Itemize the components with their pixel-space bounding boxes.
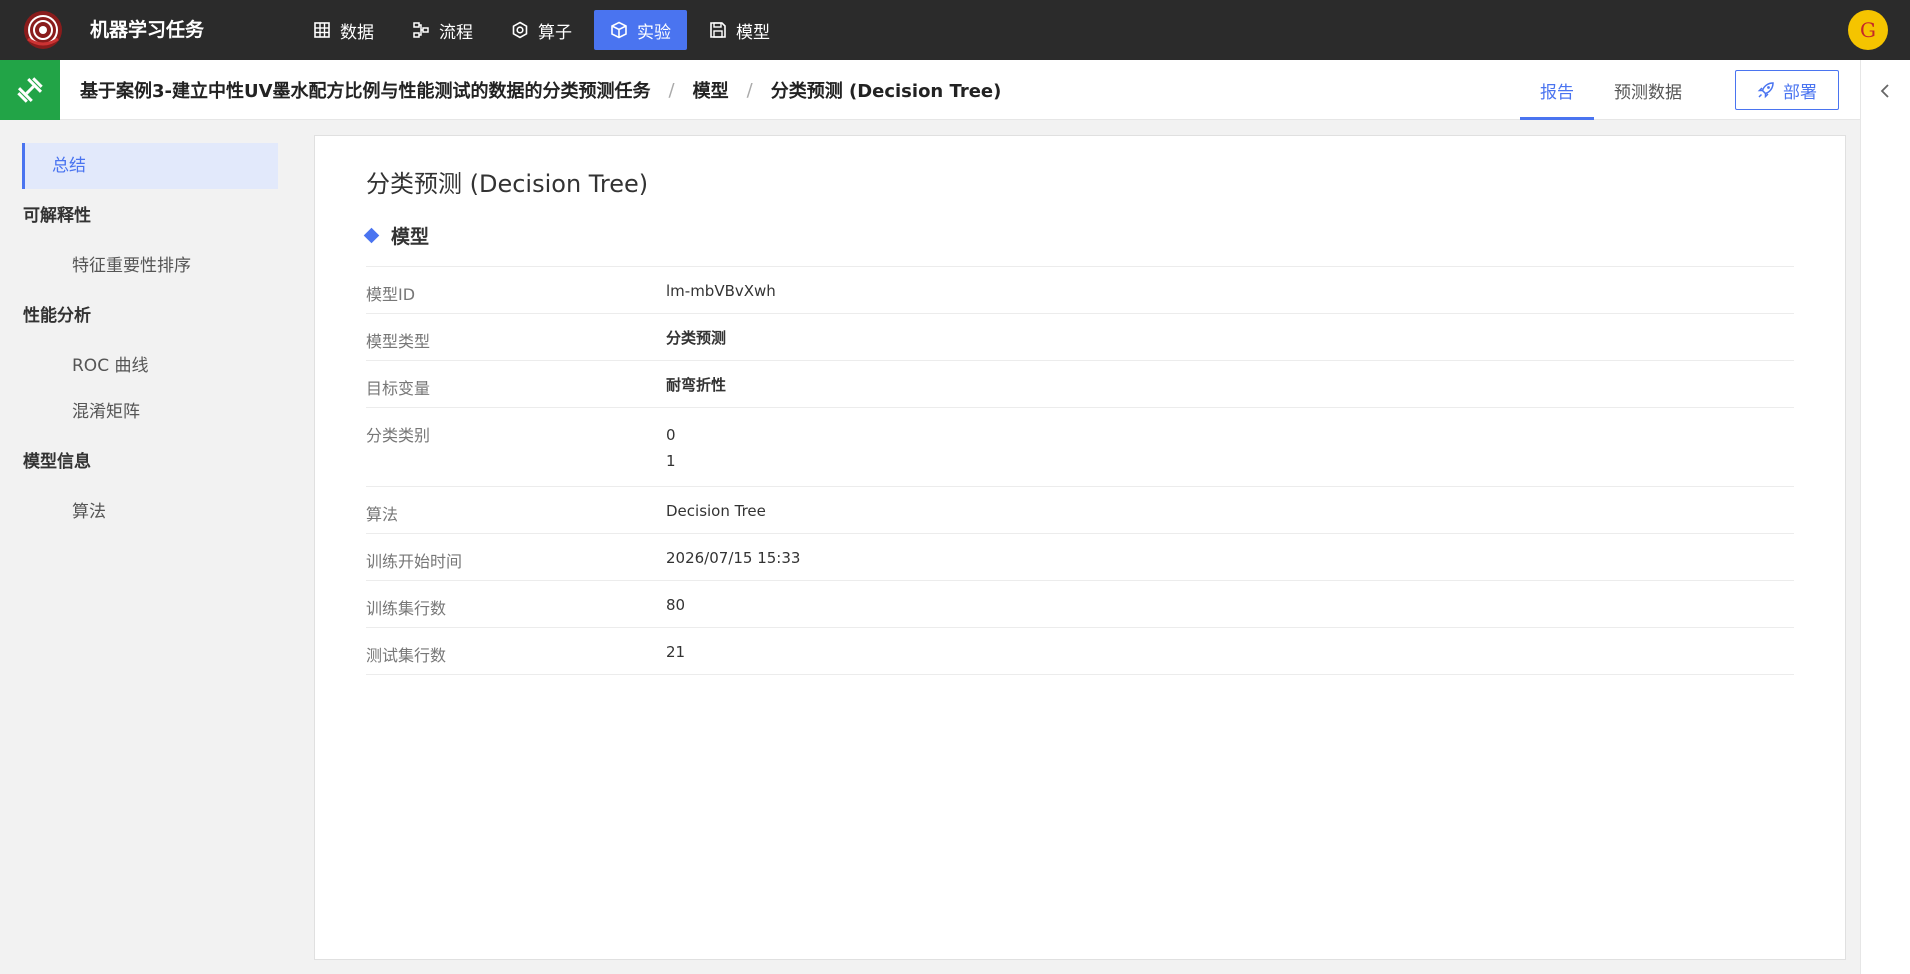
sidebar-group-performance: 性能分析 — [23, 306, 91, 326]
sidebar-item-confusion-matrix[interactable]: 混淆矩阵 — [22, 389, 278, 435]
sidebar-group-interpretability: 可解释性 — [23, 206, 91, 226]
row-label: 模型ID — [366, 285, 416, 304]
table-row: 训练集行数 80 — [366, 581, 1794, 628]
row-value-test-rows: 21 — [666, 643, 686, 661]
nav-item-operator-label: 算子 — [538, 22, 572, 43]
row-value-model-id: lm-mbVBvXwh — [666, 282, 776, 300]
hexagon-gear-icon — [512, 21, 528, 39]
nav-item-model-label: 模型 — [736, 22, 770, 43]
right-rail — [1860, 60, 1910, 974]
save-icon — [710, 22, 726, 38]
model-info-table: 模型ID lm-mbVBvXwh 模型类型 分类预测 目标变量 耐弯折性 分类类… — [366, 266, 1794, 675]
breadcrumb-separator: / — [668, 79, 675, 101]
table-row: 训练开始时间 2026/07/15 15:33 — [366, 534, 1794, 581]
row-label: 训练集行数 — [366, 599, 447, 618]
app-logo-icon[interactable] — [22, 9, 64, 51]
nav-item-flow[interactable]: 流程 — [396, 10, 489, 50]
breadcrumb-task[interactable]: 基于案例3-建立中性UV墨水配方比例与性能测试的数据的分类预测任务 — [80, 77, 651, 103]
nav-item-data-label: 数据 — [340, 22, 374, 43]
row-label: 模型类型 — [366, 332, 431, 351]
table-row: 分类类别 0 1 — [366, 408, 1794, 487]
user-avatar[interactable]: G — [1848, 10, 1888, 50]
view-tabs: 报告 预测数据 — [1520, 60, 1702, 120]
deploy-button-label: 部署 — [1783, 82, 1817, 103]
class-value: 1 — [666, 452, 676, 470]
deploy-button[interactable]: 部署 — [1735, 70, 1839, 110]
breadcrumb: 基于案例3-建立中性UV墨水配方比例与性能测试的数据的分类预测任务 / 模型 /… — [80, 60, 1001, 120]
nav-item-flow-label: 流程 — [439, 22, 473, 43]
experiment-type-badge — [0, 60, 60, 120]
row-label: 算法 — [366, 505, 399, 524]
breadcrumb-separator: / — [746, 79, 753, 101]
row-value-train-start: 2026/07/15 15:33 — [666, 549, 801, 567]
nav-item-experiment-label: 实验 — [637, 22, 671, 43]
row-label: 分类类别 — [366, 426, 431, 445]
nav-item-experiment[interactable]: 实验 — [594, 10, 687, 50]
page-header: 基于案例3-建立中性UV墨水配方比例与性能测试的数据的分类预测任务 / 模型 /… — [0, 60, 1860, 120]
tab-prediction-data[interactable]: 预测数据 — [1594, 60, 1702, 120]
row-label: 训练开始时间 — [366, 552, 463, 571]
row-value-algorithm: Decision Tree — [666, 502, 766, 520]
nav-item-operator[interactable]: 算子 — [495, 10, 588, 50]
report-card: 分类预测 (Decision Tree) 模型 模型ID lm-mbVBvXwh… — [314, 135, 1846, 960]
breadcrumb-model[interactable]: 模型 — [693, 77, 729, 103]
tab-report[interactable]: 报告 — [1520, 60, 1594, 120]
top-navbar: 机器学习任务 数据 流程 算子 实验 模型 G — [0, 0, 1910, 60]
sidebar-item-roc-curve[interactable]: ROC 曲线 — [22, 343, 278, 389]
row-value-train-rows: 80 — [666, 596, 686, 614]
row-value-target: 耐弯折性 — [666, 376, 727, 394]
row-label: 测试集行数 — [366, 646, 447, 665]
table-row: 模型ID lm-mbVBvXwh — [366, 267, 1794, 314]
report-sidebar: 总结 可解释性 特征重要性排序 性能分析 ROC 曲线 混淆矩阵 模型信息 算法 — [0, 120, 290, 974]
app-title: 机器学习任务 — [90, 19, 205, 41]
section-title: 模型 — [363, 222, 430, 249]
chevron-left-icon[interactable] — [1877, 82, 1895, 100]
table-row: 模型类型 分类预测 — [366, 314, 1794, 361]
sidebar-item-feature-importance[interactable]: 特征重要性排序 — [22, 243, 278, 289]
section-title-label: 模型 — [391, 226, 430, 248]
sidebar-group-model-info: 模型信息 — [23, 452, 91, 472]
dumbbell-icon — [17, 77, 43, 103]
sidebar-item-summary[interactable]: 总结 — [22, 143, 278, 189]
table-row: 测试集行数 21 — [366, 628, 1794, 675]
nav-item-model[interactable]: 模型 — [693, 10, 786, 50]
row-value-classes: 0 1 — [666, 408, 676, 486]
table-row: 算法 Decision Tree — [366, 487, 1794, 534]
main-nav: 数据 流程 算子 实验 模型 — [297, 10, 786, 50]
rocket-icon — [1757, 82, 1774, 99]
cube-icon — [611, 21, 627, 39]
class-value: 0 — [666, 426, 676, 444]
row-label: 目标变量 — [366, 379, 431, 398]
sidebar-item-algorithm[interactable]: 算法 — [22, 489, 278, 535]
breadcrumb-current: 分类预测 (Decision Tree) — [770, 81, 1002, 102]
diamond-icon — [363, 227, 380, 244]
table-icon — [314, 22, 330, 38]
table-row: 目标变量 耐弯折性 — [366, 361, 1794, 408]
row-value-model-type: 分类预测 — [666, 329, 727, 347]
page-title: 分类预测 (Decision Tree) — [366, 170, 649, 198]
nav-item-data[interactable]: 数据 — [297, 10, 390, 50]
flow-icon — [413, 22, 429, 38]
